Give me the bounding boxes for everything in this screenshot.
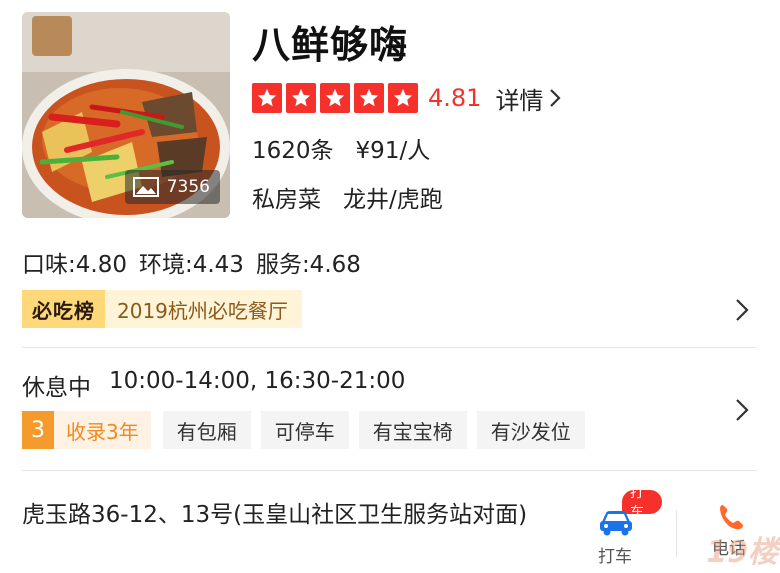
listed-years-badge: 3 收录3年 bbox=[22, 411, 151, 449]
taxi-button[interactable]: 打车 打车 bbox=[592, 485, 662, 570]
restaurant-photo[interactable]: 7356 bbox=[22, 12, 230, 218]
environment-score: 环境:4.43 bbox=[138, 252, 244, 278]
restaurant-name: 八鲜够嗨 bbox=[252, 23, 409, 67]
star-icon bbox=[320, 83, 350, 113]
review-count[interactable]: 1620条 bbox=[252, 131, 334, 165]
star-icon bbox=[354, 83, 384, 113]
opening-hours-row: 休息中 10:00-14:00, 16:30-21:00 bbox=[22, 368, 405, 402]
section-divider bbox=[22, 470, 757, 471]
rating-row: 4.81 详情 bbox=[252, 81, 561, 116]
car-icon bbox=[600, 511, 632, 536]
listed-years-text: 收录3年 bbox=[66, 419, 139, 444]
rating-score: 4.81 bbox=[428, 84, 482, 112]
open-status: 休息中 bbox=[22, 375, 91, 401]
tag-parking: 可停车 bbox=[260, 411, 349, 449]
ranking-row[interactable]: 必吃榜 2019杭州必吃餐厅 bbox=[22, 290, 757, 330]
ranking-badge: 必吃榜 2019杭州必吃餐厅 bbox=[22, 290, 302, 328]
feature-tags-row: 3 收录3年 有包厢 可停车 有宝宝椅 有沙发位 bbox=[22, 410, 595, 450]
star-icon bbox=[388, 83, 418, 113]
area-name: 龙井/虎跑 bbox=[343, 187, 443, 213]
action-separator bbox=[676, 510, 677, 558]
hours-chevron-right-icon[interactable] bbox=[735, 398, 749, 422]
sub-scores-row: 口味:4.80 环境:4.43 服务:4.68 bbox=[22, 245, 361, 279]
ranking-text: 2019杭州必吃餐厅 bbox=[117, 298, 288, 323]
taste-score: 口味:4.80 bbox=[22, 252, 127, 278]
rating-detail-label: 详情 bbox=[495, 86, 544, 115]
reviews-price-row: 1620条 ¥91/人 bbox=[252, 131, 430, 165]
image-icon bbox=[132, 177, 159, 197]
opening-hours: 10:00-14:00, 16:30-21:00 bbox=[109, 368, 406, 394]
section-divider bbox=[22, 347, 757, 348]
chevron-right-icon bbox=[736, 299, 749, 321]
chevron-right-icon bbox=[550, 89, 561, 107]
taxi-label: 打车 bbox=[598, 547, 632, 567]
rating-detail-link[interactable]: 详情 bbox=[495, 81, 561, 116]
tag-sofa-seat: 有沙发位 bbox=[476, 411, 585, 449]
restaurant-detail-page: 7356 八鲜够嗨 4.81 详情 1620条 ¥91/人 私房菜 龙井/虎跑 … bbox=[0, 0, 780, 573]
tag-baby-chair: 有宝宝椅 bbox=[358, 411, 467, 449]
cuisine-area-row: 私房菜 龙井/虎跑 bbox=[252, 180, 443, 214]
tag-private-room: 有包厢 bbox=[162, 411, 251, 449]
photo-count-badge[interactable]: 7356 bbox=[124, 170, 220, 204]
price-per-person: ¥91/人 bbox=[355, 138, 431, 164]
cuisine-type: 私房菜 bbox=[252, 187, 321, 213]
photo-count-value: 7356 bbox=[166, 177, 210, 197]
restaurant-address[interactable]: 虎玉路36-12、13号(玉皇山社区卫生服务站对面) bbox=[22, 497, 562, 534]
star-icon bbox=[286, 83, 316, 113]
star-icon bbox=[252, 83, 282, 113]
listed-years-number: 3 bbox=[22, 411, 54, 449]
must-eat-logo: 必吃榜 bbox=[22, 290, 105, 328]
site-watermark: 19楼 bbox=[706, 535, 778, 570]
service-score: 服务:4.68 bbox=[255, 252, 361, 278]
